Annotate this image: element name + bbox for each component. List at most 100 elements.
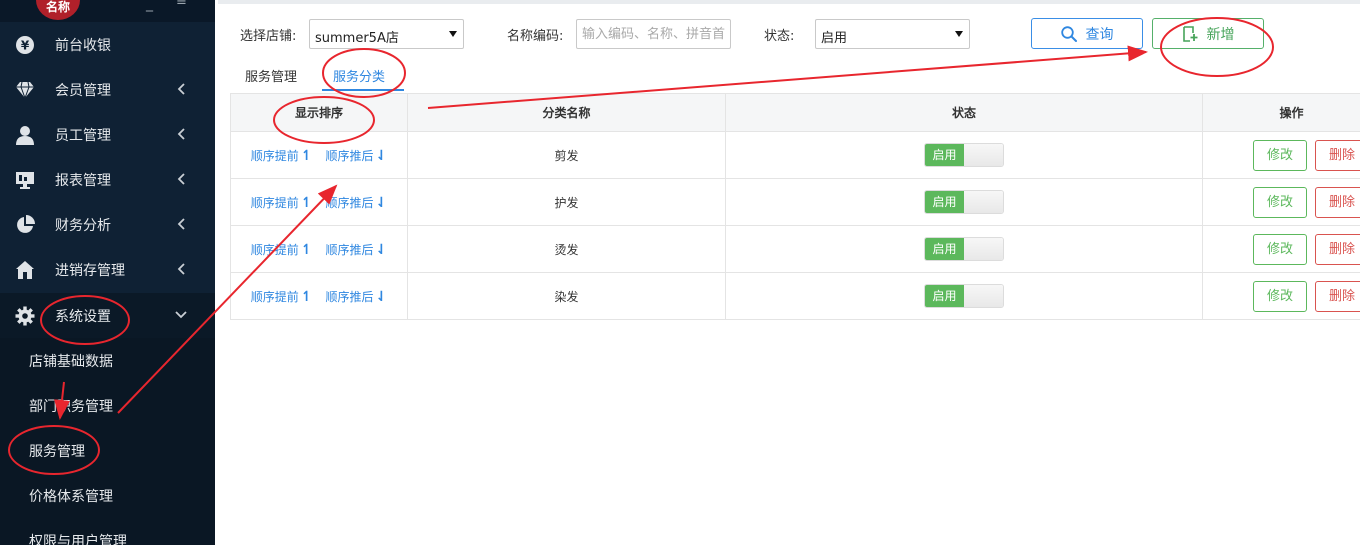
diamond-icon <box>14 79 36 101</box>
delete-button[interactable]: 删除 <box>1315 140 1360 171</box>
sidebar-item-label: 进销存管理 <box>55 263 125 279</box>
chevron-left-icon <box>177 83 185 95</box>
store-label: 选择店铺: <box>240 29 297 44</box>
arrow-up-icon: ↿ <box>300 147 313 164</box>
delete-button[interactable]: 删除 <box>1315 281 1360 312</box>
edit-button[interactable]: 修改 <box>1253 140 1307 171</box>
store-select[interactable]: summer5A店 <box>309 19 464 49</box>
edit-button[interactable]: 修改 <box>1253 281 1307 312</box>
category-name-cell: 护发 <box>407 178 726 226</box>
arrow-down-icon: ⇃ <box>375 288 388 305</box>
caret-down-icon <box>449 31 457 37</box>
sidebar-subitem-label: 价格体系管理 <box>29 489 113 505</box>
status-cell: 启用 <box>725 131 1203 179</box>
arrow-up-icon: ↿ <box>300 241 313 258</box>
sidebar-item-label: 系统设置 <box>55 309 111 325</box>
sidebar-subitem-store-data[interactable]: 店铺基础数据 <box>0 338 215 383</box>
sort-cell: 顺序提前 ↿ 顺序推后 ⇃ <box>230 131 408 179</box>
sidebar-submenu: 店铺基础数据 部门职务管理 服务管理 价格体系管理 权限与用户管理 <box>0 338 215 545</box>
move-up-link[interactable]: 顺序提前 ↿ <box>251 241 313 258</box>
status-select[interactable]: 启用 <box>815 19 970 49</box>
actions-cell: 修改 删除 <box>1202 272 1360 320</box>
code-search-input[interactable] <box>576 19 731 49</box>
toggle-on-label: 启用 <box>925 285 964 307</box>
move-up-link[interactable]: 顺序提前 ↿ <box>251 147 313 164</box>
edit-button[interactable]: 修改 <box>1253 187 1307 218</box>
sidebar-item-reports[interactable]: 报表管理 <box>0 157 215 202</box>
status-label: 状态: <box>764 29 795 44</box>
tab-service-management[interactable]: 服务管理 <box>245 66 297 85</box>
sidebar: 名称 _ ≡ ¥ 前台收银 会员管理 员工管理 报表管理 财务分析 进销存管理 … <box>0 0 215 545</box>
minimize-icon[interactable]: _ <box>146 0 153 12</box>
arrow-down-icon: ⇃ <box>375 147 388 164</box>
sidebar-subitem-department[interactable]: 部门职务管理 <box>0 383 215 428</box>
status-toggle[interactable]: 启用 <box>924 284 1004 308</box>
category-name-cell: 剪发 <box>407 131 726 179</box>
add-document-icon <box>1182 25 1197 42</box>
status-cell: 启用 <box>725 272 1203 320</box>
move-down-link[interactable]: 顺序推后 ⇃ <box>326 194 388 211</box>
chevron-left-icon <box>177 218 185 230</box>
sort-cell: 顺序提前 ↿ 顺序推后 ⇃ <box>230 178 408 226</box>
home-icon <box>14 259 36 281</box>
sidebar-item-finance[interactable]: 财务分析 <box>0 202 215 247</box>
move-down-link[interactable]: 顺序推后 ⇃ <box>326 147 388 164</box>
status-select-value: 启用 <box>821 31 848 46</box>
sidebar-item-staff[interactable]: 员工管理 <box>0 112 215 157</box>
sidebar-subitem-pricing[interactable]: 价格体系管理 <box>0 473 215 518</box>
move-up-link[interactable]: 顺序提前 ↿ <box>251 288 313 305</box>
sidebar-item-label: 员工管理 <box>55 128 111 144</box>
gear-icon <box>14 305 36 327</box>
sidebar-header: 名称 _ ≡ <box>0 0 215 22</box>
actions-cell: 修改 删除 <box>1202 131 1360 179</box>
sidebar-subitem-service[interactable]: 服务管理 <box>0 428 215 473</box>
status-toggle[interactable]: 启用 <box>924 190 1004 214</box>
delete-button[interactable]: 删除 <box>1315 187 1360 218</box>
toggle-knob <box>964 285 1003 307</box>
sidebar-item-label: 前台收银 <box>55 38 111 54</box>
toggle-on-label: 启用 <box>925 144 964 166</box>
table-header-row: 显示排序 分类名称 状态 操作 <box>230 93 1360 132</box>
chevron-left-icon <box>177 173 185 185</box>
sidebar-subitem-label: 部门职务管理 <box>29 399 113 415</box>
sidebar-item-label: 会员管理 <box>55 83 111 99</box>
delete-button[interactable]: 删除 <box>1315 234 1360 265</box>
status-cell: 启用 <box>725 178 1203 226</box>
category-table: 显示排序 分类名称 状态 操作 顺序提前 ↿ 顺序推后 ⇃ 剪发 启用 修改 删… <box>230 93 1360 320</box>
code-label: 名称编码: <box>507 29 564 44</box>
edit-button[interactable]: 修改 <box>1253 234 1307 265</box>
toggle-on-label: 启用 <box>925 238 964 260</box>
svg-text:¥: ¥ <box>21 39 30 53</box>
sidebar-item-members[interactable]: 会员管理 <box>0 67 215 112</box>
status-toggle[interactable]: 启用 <box>924 237 1004 261</box>
table-row: 顺序提前 ↿ 顺序推后 ⇃ 烫发 启用 修改 删除 <box>230 225 1360 273</box>
sidebar-item-cashier[interactable]: ¥ 前台收银 <box>0 22 215 67</box>
tab-service-category[interactable]: 服务分类 <box>333 66 385 85</box>
table-row: 顺序提前 ↿ 顺序推后 ⇃ 剪发 启用 修改 删除 <box>230 131 1360 179</box>
arrow-up-icon: ↿ <box>300 194 313 211</box>
sidebar-subitem-label: 权限与用户管理 <box>29 534 127 545</box>
query-button[interactable]: 查询 <box>1031 18 1143 49</box>
arrow-up-icon: ↿ <box>300 288 313 305</box>
add-button[interactable]: 新增 <box>1152 18 1264 49</box>
status-toggle[interactable]: 启用 <box>924 143 1004 167</box>
monitor-icon <box>14 169 36 191</box>
query-button-label: 查询 <box>1085 25 1114 42</box>
yen-icon: ¥ <box>14 34 36 56</box>
arrow-down-icon: ⇃ <box>375 194 388 211</box>
toggle-knob <box>964 144 1003 166</box>
toggle-on-label: 启用 <box>925 191 964 213</box>
sidebar-subitem-permissions[interactable]: 权限与用户管理 <box>0 518 215 545</box>
sidebar-item-inventory[interactable]: 进销存管理 <box>0 247 215 292</box>
sidebar-item-system-settings[interactable]: 系统设置 <box>0 293 215 338</box>
chevron-left-icon <box>177 128 185 140</box>
column-header-actions: 操作 <box>1202 93 1360 132</box>
main-content: 选择店铺: summer5A店 名称编码: 状态: 启用 查询 新增 服务管理 … <box>218 0 1360 545</box>
move-up-link[interactable]: 顺序提前 ↿ <box>251 194 313 211</box>
move-down-link[interactable]: 顺序推后 ⇃ <box>326 288 388 305</box>
menu-toggle-icon[interactable]: ≡ <box>176 0 187 9</box>
toggle-knob <box>964 191 1003 213</box>
column-header-name: 分类名称 <box>407 93 726 132</box>
move-down-link[interactable]: 顺序推后 ⇃ <box>326 241 388 258</box>
table-row: 顺序提前 ↿ 顺序推后 ⇃ 护发 启用 修改 删除 <box>230 178 1360 226</box>
